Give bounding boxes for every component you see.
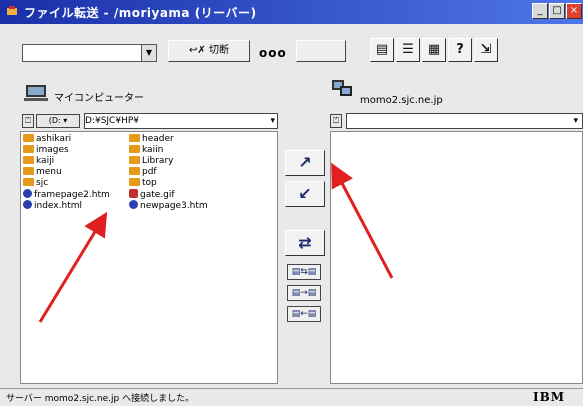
folder-icon xyxy=(129,134,140,142)
list-item-label: kaiin xyxy=(142,145,164,155)
folder-icon xyxy=(23,156,34,164)
disconnect-button[interactable]: ↩✗ 切断 xyxy=(168,40,250,62)
help-icon[interactable]: ? xyxy=(448,38,472,62)
chevron-down-icon[interactable]: ▼ xyxy=(141,45,156,61)
list-item-label: top xyxy=(142,178,157,188)
disabled-button xyxy=(296,40,346,62)
folder-icon xyxy=(129,156,140,164)
chevron-down-icon[interactable]: ▾ xyxy=(270,114,275,128)
large-icons-view-icon[interactable]: ▤ xyxy=(370,38,394,62)
list-item[interactable]: gate.gif xyxy=(129,189,175,200)
left-pane-title: マイコンピューター xyxy=(54,93,144,104)
status-bar: サーバー momo2.sjc.ne.jp へ接続しました。 IBM xyxy=(0,388,583,406)
title-bar: ファイル転送 - /moriyama (リーバー) _ □ × xyxy=(0,0,583,24)
list-item-label: pdf xyxy=(142,167,157,177)
remote-file-list[interactable] xyxy=(330,131,583,384)
drive-select[interactable]: (D: ▾ xyxy=(36,114,80,128)
list-item-label: newpage3.htm xyxy=(140,201,208,211)
list-item[interactable]: Library xyxy=(129,156,173,167)
list-item-label: sjc xyxy=(36,178,49,188)
ftp-window: ファイル転送 - /moriyama (リーバー) _ □ × ▼ ↩✗ 切断 … xyxy=(0,0,583,406)
compare-icon[interactable]: ▤⇆▤ xyxy=(287,264,321,280)
file-icon xyxy=(23,189,32,198)
file-icon xyxy=(129,200,138,209)
minimize-button[interactable]: _ xyxy=(532,3,548,19)
list-item-label: framepage2.htm xyxy=(34,190,110,200)
file-icon xyxy=(23,200,32,209)
upload-button[interactable]: ↗ xyxy=(285,150,325,176)
list-item[interactable]: sjc xyxy=(23,178,48,189)
list-item[interactable]: index.html xyxy=(23,200,82,211)
mirror-left-icon[interactable]: ▤→▤ xyxy=(287,285,321,301)
up-folder-icon[interactable]: ⏍ xyxy=(22,114,34,128)
right-pane-title: momo2.sjc.ne.jp xyxy=(360,95,443,106)
list-item-label: ashikari xyxy=(36,134,72,144)
sync-button[interactable]: ⇄ xyxy=(285,230,325,256)
list-item-label: images xyxy=(36,145,69,155)
chevron-down-icon[interactable]: ▾ xyxy=(573,114,578,128)
up-folder-icon[interactable]: ⏍ xyxy=(330,114,342,128)
app-icon xyxy=(7,6,17,15)
folder-icon xyxy=(129,167,140,175)
window-title: ファイル転送 - /moriyama (リーバー) xyxy=(24,6,257,20)
mirror-right-icon[interactable]: ▤←▤ xyxy=(287,306,321,322)
details-view-icon[interactable]: ▦ xyxy=(422,38,446,62)
connection-combo[interactable]: ▼ xyxy=(22,44,157,62)
computer-icon xyxy=(24,85,48,101)
download-button[interactable]: ↙ xyxy=(285,181,325,207)
folder-icon xyxy=(23,178,34,186)
list-item[interactable]: framepage2.htm xyxy=(23,189,110,200)
list-item-label: kaiji xyxy=(36,156,55,166)
list-item-label: header xyxy=(142,134,174,144)
local-file-list[interactable]: ashikari images kaiji menu sjc framepage2.htm… xyxy=(20,131,278,384)
folder-icon xyxy=(23,134,34,142)
list-item-label: gate.gif xyxy=(140,190,175,200)
list-item[interactable]: pdf xyxy=(129,167,157,178)
list-item[interactable]: menu xyxy=(23,167,62,178)
more-icon[interactable]: ooo xyxy=(259,46,287,60)
list-item[interactable]: header xyxy=(129,134,174,145)
brand-logo: IBM xyxy=(532,390,565,404)
list-view-icon[interactable]: ☰ xyxy=(396,38,420,62)
right-path-field[interactable]: ▾ xyxy=(346,113,583,129)
exit-icon[interactable]: ⇲ xyxy=(474,38,498,62)
server-icon xyxy=(332,80,352,96)
list-item-label: Library xyxy=(142,156,174,166)
status-message: サーバー momo2.sjc.ne.jp へ接続しました。 xyxy=(6,394,195,404)
folder-icon xyxy=(129,145,140,153)
folder-icon xyxy=(23,145,34,153)
list-item-label: index.html xyxy=(34,201,82,211)
left-path-field[interactable]: D:¥SJC¥HP¥ ▾ xyxy=(84,113,278,129)
maximize-button[interactable]: □ xyxy=(549,3,565,19)
file-icon xyxy=(129,189,138,198)
list-item[interactable]: top xyxy=(129,178,157,189)
list-item[interactable]: ashikari xyxy=(23,134,71,145)
list-item[interactable]: kaiin xyxy=(129,145,163,156)
list-item-label: menu xyxy=(36,167,62,177)
list-item[interactable]: kaiji xyxy=(23,156,54,167)
folder-icon xyxy=(23,167,34,175)
close-button[interactable]: × xyxy=(566,3,582,19)
list-item[interactable]: newpage3.htm xyxy=(129,200,208,211)
list-item[interactable]: images xyxy=(23,145,69,156)
folder-icon xyxy=(129,178,140,186)
